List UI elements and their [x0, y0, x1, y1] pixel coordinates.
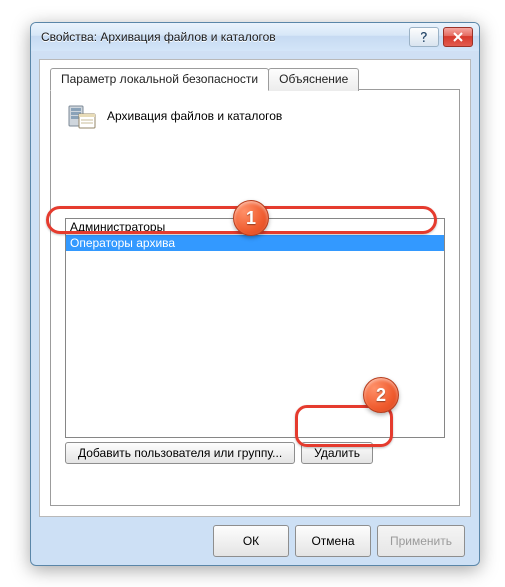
button-label: Отмена — [311, 534, 354, 548]
client-area: Параметр локальной безопасности Объяснен… — [39, 59, 471, 517]
list-item-label: Операторы архива — [70, 236, 175, 250]
button-label: ОК — [243, 534, 259, 548]
button-label: Удалить — [314, 446, 360, 460]
tabstrip: Параметр локальной безопасности Объяснен… — [50, 68, 358, 91]
badge-1: 1 — [233, 200, 269, 236]
tab-panel-local-security: Архивация файлов и каталогов Администрат… — [50, 89, 460, 506]
apply-button[interactable]: Применить — [377, 525, 465, 557]
policy-header: Архивация файлов и каталогов — [51, 90, 459, 132]
list-item[interactable]: Операторы архива — [66, 235, 444, 251]
button-label: Добавить пользователя или группу... — [78, 446, 282, 460]
button-label: Применить — [390, 534, 452, 548]
tab-label: Объяснение — [279, 72, 348, 86]
help-icon — [419, 31, 429, 43]
server-policy-icon — [65, 100, 97, 132]
close-icon — [452, 32, 464, 42]
dialog-button-row: ОК Отмена Применить — [31, 525, 479, 557]
list-buttons-row: Добавить пользователя или группу... Удал… — [65, 442, 445, 464]
tab-explanation[interactable]: Объяснение — [268, 68, 359, 91]
policy-name: Архивация файлов и каталогов — [107, 109, 282, 123]
help-button[interactable] — [409, 27, 439, 47]
properties-dialog: Свойства: Архивация файлов и каталогов П… — [30, 22, 480, 566]
window-title: Свойства: Архивация файлов и каталогов — [41, 30, 405, 44]
titlebar: Свойства: Архивация файлов и каталогов — [31, 23, 479, 51]
add-user-group-button[interactable]: Добавить пользователя или группу... — [65, 442, 295, 464]
tab-label: Параметр локальной безопасности — [61, 72, 258, 86]
cancel-button[interactable]: Отмена — [295, 525, 371, 557]
ok-button[interactable]: ОК — [213, 525, 289, 557]
close-button[interactable] — [443, 27, 473, 47]
tab-local-security[interactable]: Параметр локальной безопасности — [50, 68, 269, 91]
badge-2: 2 — [363, 377, 399, 413]
